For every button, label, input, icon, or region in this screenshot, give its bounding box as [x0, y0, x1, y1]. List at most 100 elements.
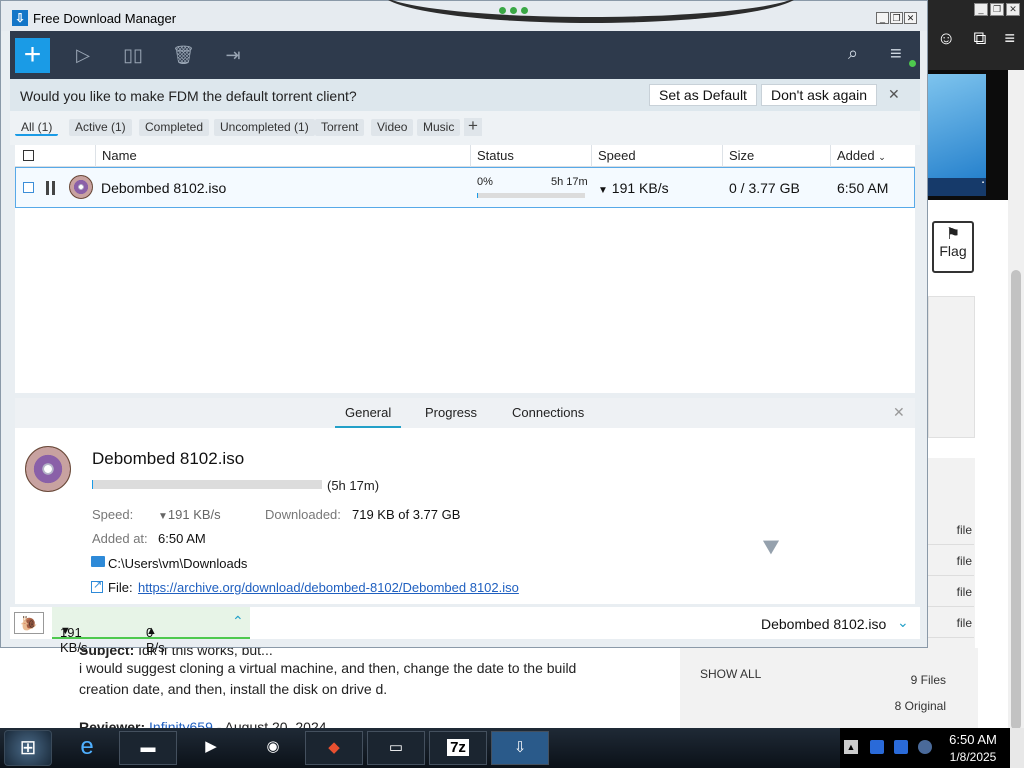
fdm-window: ⇩ Free Download Manager _ ❐ ✕ + ▷ ▯▯ 🗑 ⇥…: [0, 0, 928, 655]
network-icon[interactable]: [894, 740, 908, 754]
review-text-line: creation date, and then, install the dis…: [79, 681, 388, 697]
column-name[interactable]: Name: [95, 145, 471, 167]
details-progress-bar: [92, 480, 322, 489]
file-link[interactable]: file: [928, 576, 974, 607]
filter-all[interactable]: All (1): [15, 119, 59, 136]
dont-ask-again-button[interactable]: Don't ask again: [761, 84, 878, 106]
security-icon[interactable]: [870, 740, 884, 754]
screenshot-thumbnail[interactable]: ▪: [928, 70, 1008, 200]
chevron-up-icon[interactable]: ⌃: [232, 613, 244, 630]
column-size[interactable]: Size: [722, 145, 831, 167]
download-speed: ▼ 191 KB/s: [598, 180, 669, 196]
tray-expand-icon[interactable]: ▲: [844, 740, 858, 754]
taskbar-terminal[interactable]: ▬: [119, 731, 177, 765]
clock-time[interactable]: 6:50 AM: [948, 732, 998, 747]
row-checkbox[interactable]: [23, 182, 34, 193]
download-progress-bar: [477, 193, 585, 198]
filter-music[interactable]: Music: [417, 119, 461, 136]
stop-button[interactable]: ▯▯: [122, 44, 144, 66]
title-bar[interactable]: ⇩ Free Download Manager _ ❐ ✕: [1, 1, 927, 31]
close-icon[interactable]: ✕: [1006, 3, 1020, 16]
profile-icon[interactable]: ☺: [937, 28, 955, 49]
taskbar-globe[interactable]: ◉: [244, 731, 302, 765]
details-close-icon[interactable]: ✕: [893, 404, 905, 421]
folder-icon: [91, 556, 105, 567]
terminal-icon: ▬: [140, 739, 156, 756]
added-label: Added at:: [92, 531, 148, 546]
snail-icon: 🐌: [20, 615, 38, 631]
taskbar-ie[interactable]: e: [58, 731, 116, 765]
file-link[interactable]: file: [928, 514, 974, 545]
page-scrollbar[interactable]: [1008, 70, 1024, 730]
move-to-folder-button[interactable]: ⇥: [222, 44, 244, 66]
start-button[interactable]: ⊞: [4, 730, 52, 766]
show-all-link[interactable]: SHOW ALL: [700, 667, 761, 681]
sidebar-panel: [928, 296, 975, 438]
filter-torrent[interactable]: Torrent: [315, 119, 365, 136]
play-icon: ▷: [76, 45, 90, 65]
filter-completed[interactable]: Completed: [139, 119, 210, 136]
folder-path[interactable]: C:\Users\vm\Downloads: [108, 556, 247, 571]
filter-video[interactable]: Video: [371, 119, 414, 136]
globe-icon: ◉: [266, 738, 280, 755]
hamburger-menu-icon: ≡: [890, 43, 902, 65]
column-added[interactable]: Added ⌄: [830, 145, 915, 167]
taskbar: ⊞ e ▬ ▶ ◉ ◆ ▭ 7z ⇩ ▲ 6:50 AM 1/8/2025: [0, 728, 1024, 768]
search-button[interactable]: ⌕: [848, 43, 872, 67]
snail-speed-limit-button[interactable]: 🐌: [14, 612, 44, 634]
show-desktop-button[interactable]: [1010, 728, 1024, 768]
taskbar-7zip[interactable]: 7z: [429, 731, 487, 765]
download-name: Debombed 8102.iso: [101, 180, 227, 196]
tab-connections[interactable]: Connections: [502, 405, 594, 426]
system-tray: ▲ 6:50 AM 1/8/2025: [840, 728, 1024, 768]
clock-date[interactable]: 1/8/2025: [944, 750, 1002, 764]
scrollbar-thumb[interactable]: [1011, 270, 1021, 730]
browser-menu-icon[interactable]: ≡: [1004, 28, 1015, 49]
tab-general[interactable]: General: [335, 405, 402, 428]
close-icon[interactable]: ✕: [904, 12, 917, 24]
speed-label: Speed:: [92, 507, 134, 522]
volume-icon[interactable]: [918, 740, 932, 754]
details-panel: General Progress Connections ✕ Debombed …: [15, 398, 915, 604]
taskbar-fox[interactable]: ◆: [305, 731, 363, 765]
file-link[interactable]: file: [928, 545, 974, 576]
minimize-icon[interactable]: _: [974, 3, 988, 16]
add-filter-button[interactable]: +: [464, 117, 482, 136]
main-menu-button[interactable]: ≡: [890, 43, 916, 67]
taskbar-fdm[interactable]: ⇩: [491, 731, 549, 765]
column-speed[interactable]: Speed: [591, 145, 723, 167]
filter-active[interactable]: Active (1): [69, 119, 132, 136]
resume-button[interactable]: ▷: [72, 44, 94, 66]
minimize-icon[interactable]: _: [876, 12, 889, 24]
flag-label: Flag: [939, 243, 967, 259]
taskbar-cmd[interactable]: ▭: [367, 731, 425, 765]
file-label: File:: [108, 580, 133, 595]
filter-uncompleted[interactable]: Uncompleted (1): [214, 119, 315, 136]
restore-icon[interactable]: ❐: [990, 3, 1004, 16]
restore-icon[interactable]: ❐: [890, 12, 903, 24]
extensions-icon[interactable]: ⧉: [974, 28, 987, 49]
download-row[interactable]: Debombed 8102.iso 0% 5h 17m ▼ 191 KB/s 0…: [15, 167, 915, 208]
file-link[interactable]: file: [928, 607, 974, 638]
flag-button[interactable]: ⚑ Flag: [932, 221, 974, 273]
select-all-checkbox[interactable]: [23, 150, 34, 161]
column-status[interactable]: Status: [470, 145, 591, 167]
status-bar: 🐌 ▼ 191 KB/s ▲ 0 B/s ⌃ Debombed 8102.iso …: [10, 607, 920, 655]
taskbar-media-player[interactable]: ▶: [182, 731, 240, 765]
tab-progress[interactable]: Progress: [415, 405, 487, 426]
banner-close-icon[interactable]: ✕: [888, 86, 900, 103]
set-as-default-button[interactable]: Set as Default: [649, 84, 757, 106]
chevron-down-icon[interactable]: ⌄: [897, 614, 909, 631]
pause-icon[interactable]: [45, 181, 56, 195]
main-toolbar: + ▷ ▯▯ 🗑 ⇥ ⌕ ≡: [10, 31, 920, 79]
window-title: Free Download Manager: [33, 11, 177, 26]
trash-icon: 🗑: [172, 45, 195, 65]
disc-icon: [25, 446, 71, 492]
speed-summary[interactable]: ▼ 191 KB/s ▲ 0 B/s ⌃: [52, 607, 250, 655]
list-header: Name Status Speed Size Added ⌄: [15, 145, 915, 167]
add-download-button[interactable]: +: [15, 38, 50, 73]
window-controls: _ ❐ ✕: [876, 12, 917, 24]
notification-dot: [909, 60, 916, 67]
file-url-link[interactable]: https://archive.org/download/debombed-81…: [138, 580, 519, 595]
delete-button[interactable]: 🗑: [172, 44, 195, 66]
